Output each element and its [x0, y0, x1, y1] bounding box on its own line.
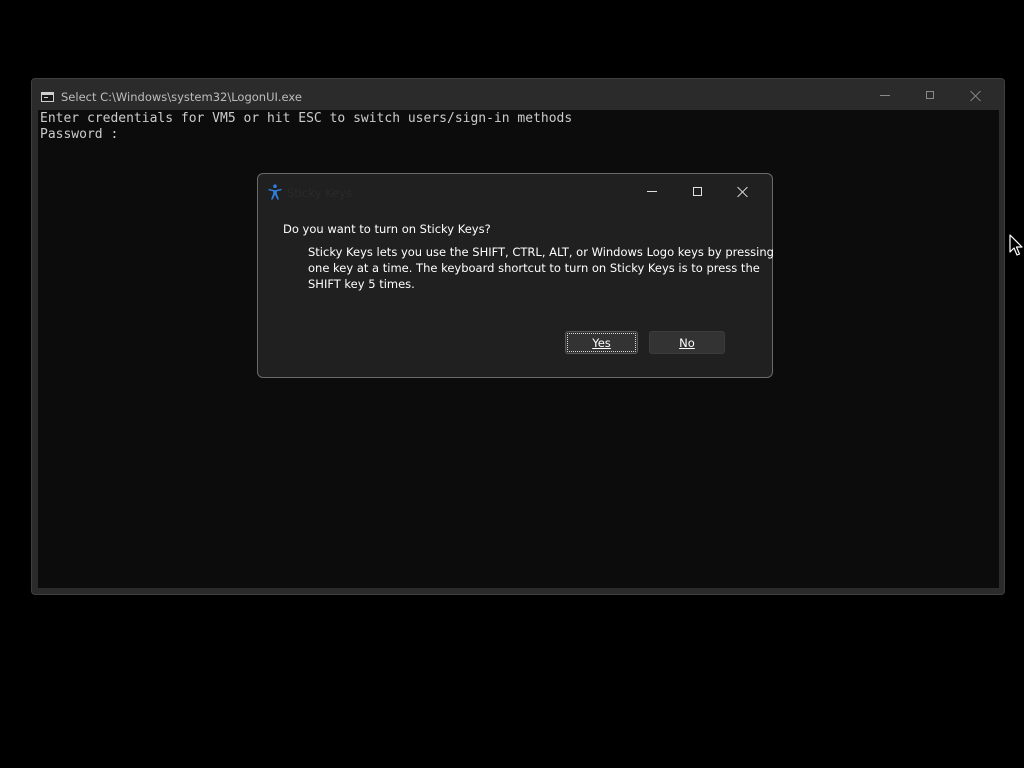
console-titlebar[interactable]: Select C:\Windows\system32\LogonUI.exe — [32, 79, 1004, 111]
no-button[interactable]: No — [649, 331, 725, 354]
console-app-icon — [41, 92, 54, 102]
console-prompt-line: Enter credentials for VM5 or hit ESC to … — [40, 111, 573, 126]
sticky-keys-dialog: Sticky Keys Do you want to turn on Stick… — [257, 173, 774, 378]
dialog-maximize-button[interactable] — [675, 176, 719, 206]
dialog-close-button[interactable] — [720, 176, 764, 206]
maximize-icon — [692, 186, 702, 196]
yes-button-label: Yes — [592, 335, 611, 350]
dialog-minimize-button[interactable] — [630, 176, 674, 206]
console-close-button[interactable] — [953, 79, 997, 111]
close-icon — [737, 186, 748, 197]
yes-button[interactable]: Yes — [565, 331, 638, 354]
dialog-message-line: one key at a time. The keyboard shortcut… — [308, 261, 760, 275]
console-scrollbar[interactable] — [999, 110, 1004, 588]
maximize-icon — [926, 91, 934, 99]
console-maximize-button[interactable] — [908, 79, 952, 111]
dialog-question: Do you want to turn on Sticky Keys? — [283, 222, 491, 236]
console-window-title: Select C:\Windows\system32\LogonUI.exe — [61, 90, 302, 104]
console-minimize-button[interactable] — [863, 79, 907, 111]
dialog-message: Sticky Keys lets you use the SHIFT, CTRL… — [308, 244, 774, 292]
no-button-label: No — [679, 335, 695, 350]
minimize-icon — [647, 190, 657, 192]
dialog-title: Sticky Keys — [287, 186, 352, 200]
close-icon — [970, 90, 981, 101]
minimize-icon — [880, 94, 890, 96]
password-prompt-line: Password : — [40, 127, 119, 142]
accessibility-icon — [268, 184, 282, 200]
dialog-message-line: Sticky Keys lets you use the SHIFT, CTRL… — [308, 245, 774, 259]
mouse-cursor-icon — [1009, 234, 1023, 256]
dialog-message-line: SHIFT key 5 times. — [308, 277, 415, 291]
